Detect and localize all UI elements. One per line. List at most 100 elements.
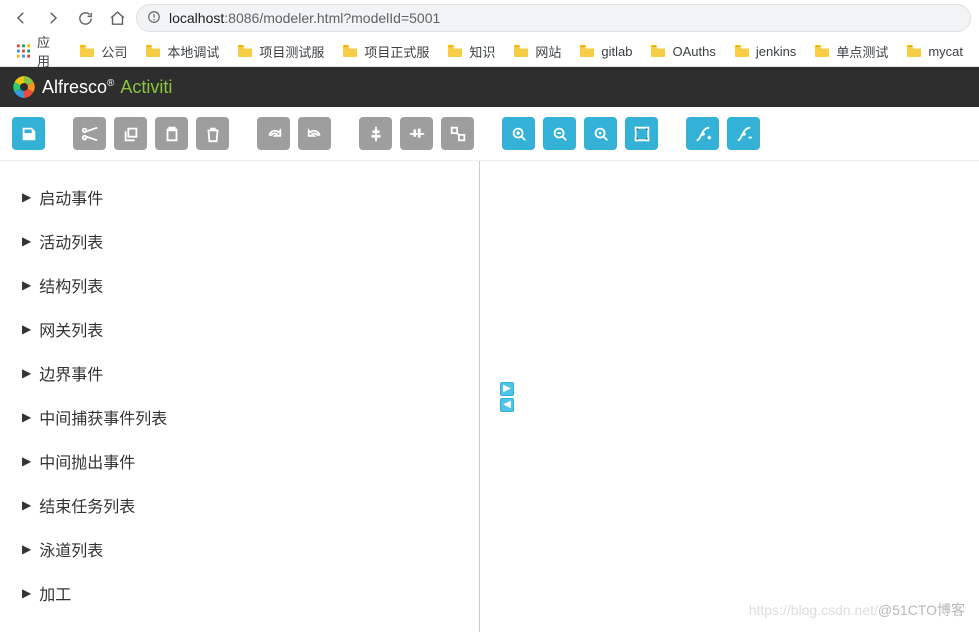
bookmark-item-7[interactable]: OAuths xyxy=(650,42,715,61)
caret-right-icon: ▶ xyxy=(22,278,31,292)
palette-group-4[interactable]: ▶ 边界事件 xyxy=(0,351,479,395)
bookmark-item-10[interactable]: mycat xyxy=(906,42,963,61)
app-header: Alfresco® Activiti xyxy=(0,67,979,107)
zoom-reset-button[interactable] xyxy=(584,117,617,150)
back-button[interactable] xyxy=(8,5,34,31)
bookmark-item-9[interactable]: 单点测试 xyxy=(814,42,888,61)
bookmark-label: OAuths xyxy=(672,44,715,59)
apps-button[interactable]: 应用 xyxy=(16,32,61,70)
alignh-icon xyxy=(408,125,426,143)
palette-group-7[interactable]: ▶结束任务列表 xyxy=(0,483,479,527)
caret-right-icon: ▶ xyxy=(22,190,31,204)
bookmark-item-2[interactable]: 项目测试服 xyxy=(237,42,324,61)
editor-main: ▶启动事件▶活动列表▶结构列表▶网关列表▶边界事件▶中间捕获事件列表▶中间抛出事… xyxy=(0,161,979,632)
zoom-fit-button[interactable] xyxy=(625,117,658,150)
caret-right-icon: ▶ xyxy=(22,498,31,512)
palette-group-label: 加工 xyxy=(39,581,71,605)
apps-grid-icon xyxy=(16,43,31,59)
palette-group-6[interactable]: ▶ 中间抛出事件 xyxy=(0,439,479,483)
alfresco-text: Alfresco® xyxy=(42,77,114,98)
copy-button[interactable] xyxy=(114,117,147,150)
bookmark-label: jenkins xyxy=(756,44,796,59)
same-size-button[interactable] xyxy=(441,117,474,150)
floppy-icon xyxy=(20,125,38,143)
alfresco-wheel-icon xyxy=(12,75,36,99)
palette-group-5[interactable]: ▶中间捕获事件列表 xyxy=(0,395,479,439)
palette-group-0[interactable]: ▶ 启动事件 xyxy=(0,175,479,219)
bookmark-label: 公司 xyxy=(101,42,127,61)
canvas-prev-icon[interactable]: ◀ xyxy=(500,398,514,412)
caret-right-icon: ▶ xyxy=(22,366,31,380)
delete-button[interactable] xyxy=(196,117,229,150)
bookmark-label: mycat xyxy=(928,44,963,59)
bookmark-item-0[interactable]: 公司 xyxy=(79,42,127,61)
bookmark-item-3[interactable]: 项目正式服 xyxy=(342,42,429,61)
save-button[interactable] xyxy=(12,117,45,150)
folder-icon xyxy=(447,44,463,58)
zoomreset-icon xyxy=(592,125,610,143)
editor-canvas[interactable]: ▶ ◀ https://blog.csdn.net/@51CTO博客 xyxy=(480,161,979,632)
samesize-icon xyxy=(449,125,467,143)
folder-icon xyxy=(650,44,666,58)
remove-bendpoint-button[interactable] xyxy=(727,117,760,150)
undo-icon xyxy=(306,125,324,143)
bookmark-item-4[interactable]: 知识 xyxy=(447,42,495,61)
palette-group-1[interactable]: ▶活动列表 xyxy=(0,219,479,263)
zoomin-icon xyxy=(510,125,528,143)
bookmark-label: 网站 xyxy=(535,42,561,61)
trash-icon xyxy=(204,125,222,143)
redo-icon xyxy=(265,125,283,143)
palette-group-label: 中间捕获事件列表 xyxy=(39,405,167,429)
alignv-icon xyxy=(367,125,385,143)
zoom-in-button[interactable] xyxy=(502,117,535,150)
url-text: localhost:8086/modeler.html?modelId=5001 xyxy=(169,10,440,26)
paste-button[interactable] xyxy=(155,117,188,150)
add-bendpoint-button[interactable] xyxy=(686,117,719,150)
align-vertical-button[interactable] xyxy=(359,117,392,150)
zoom-out-button[interactable] xyxy=(543,117,576,150)
bookmark-item-5[interactable]: 网站 xyxy=(513,42,561,61)
browser-chrome: localhost:8086/modeler.html?modelId=5001… xyxy=(0,0,979,67)
caret-right-icon: ▶ xyxy=(22,234,31,248)
palette-group-label: 启动事件 xyxy=(39,185,103,209)
scissors-icon xyxy=(81,125,99,143)
palette-group-9[interactable]: ▶加工 xyxy=(0,571,479,615)
palette-group-8[interactable]: ▶泳道列表 xyxy=(0,527,479,571)
address-bar[interactable]: localhost:8086/modeler.html?modelId=5001 xyxy=(136,4,971,32)
editor-toolbar xyxy=(0,107,979,161)
bookmark-label: 项目正式服 xyxy=(364,42,429,61)
palette-group-3[interactable]: ▶网关列表 xyxy=(0,307,479,351)
forward-button[interactable] xyxy=(40,5,66,31)
folder-icon xyxy=(513,44,529,58)
folder-icon xyxy=(237,44,253,58)
home-button[interactable] xyxy=(104,5,130,31)
undo-button[interactable] xyxy=(298,117,331,150)
canvas-next-icon[interactable]: ▶ xyxy=(500,382,514,396)
bookmark-item-6[interactable]: gitlab xyxy=(579,42,632,61)
caret-right-icon: ▶ xyxy=(22,542,31,556)
activiti-text: Activiti xyxy=(120,77,172,98)
palette-group-2[interactable]: ▶结构列表 xyxy=(0,263,479,307)
caret-right-icon: ▶ xyxy=(22,454,31,468)
palette-group-label: 边界事件 xyxy=(39,361,103,385)
bookmark-item-1[interactable]: 本地调试 xyxy=(145,42,219,61)
bookmark-label: 项目测试服 xyxy=(259,42,324,61)
not-secure-icon xyxy=(147,10,161,27)
paste-icon xyxy=(163,125,181,143)
shape-palette: ▶启动事件▶活动列表▶结构列表▶网关列表▶边界事件▶中间捕获事件列表▶中间抛出事… xyxy=(0,161,480,632)
reload-button[interactable] xyxy=(72,5,98,31)
palette-group-label: 中间抛出事件 xyxy=(39,449,135,473)
alfresco-logo[interactable]: Alfresco® Activiti xyxy=(12,75,172,99)
folder-icon xyxy=(814,44,830,58)
bookmarks-bar: 应用 公司本地调试项目测试服项目正式服知识网站gitlabOAuthsjenki… xyxy=(0,36,979,66)
redo-button[interactable] xyxy=(257,117,290,150)
align-horizontal-button[interactable] xyxy=(400,117,433,150)
bookmark-label: 本地调试 xyxy=(167,42,219,61)
bookmark-item-8[interactable]: jenkins xyxy=(734,42,796,61)
cut-button[interactable] xyxy=(73,117,106,150)
bookmark-label: 单点测试 xyxy=(836,42,888,61)
folder-icon xyxy=(906,44,922,58)
bendadd-icon xyxy=(694,125,712,143)
bookmark-label: 知识 xyxy=(469,42,495,61)
folder-icon xyxy=(145,44,161,58)
